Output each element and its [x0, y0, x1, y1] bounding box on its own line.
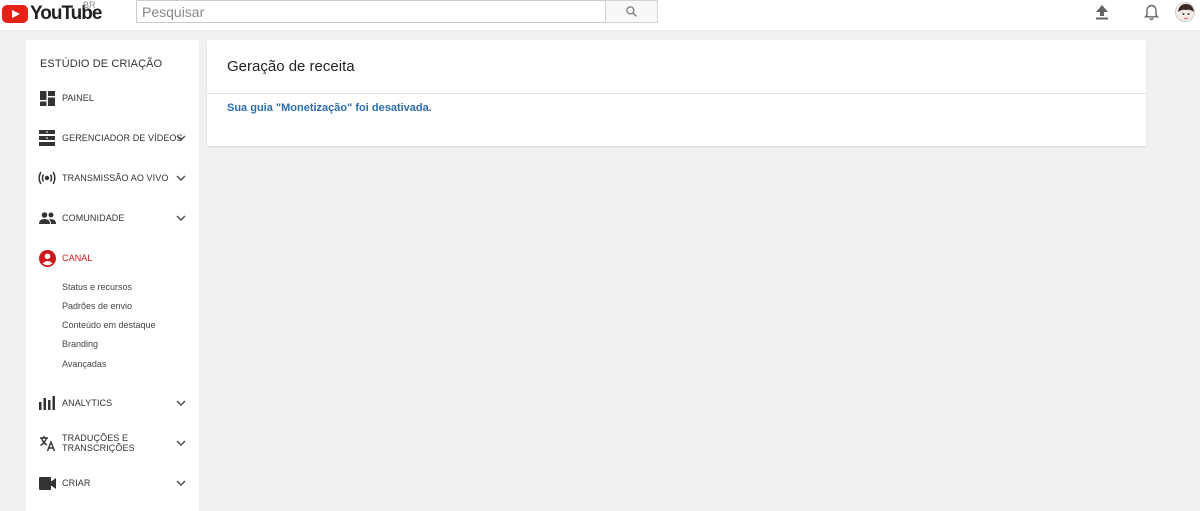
masthead: YouTube BR: [0, 0, 1200, 31]
avatar[interactable]: [1175, 2, 1195, 22]
upload-button[interactable]: [1093, 3, 1111, 21]
sidebar-item-video-manager[interactable]: GERENCIADOR DE VÍDEOS: [26, 124, 199, 152]
search-bar: [136, 0, 658, 23]
chevron-down-icon[interactable]: [175, 437, 187, 449]
bell-icon: [1143, 4, 1159, 20]
chevron-down-icon[interactable]: [175, 212, 187, 224]
subitem-status-features[interactable]: Status e recursos: [62, 282, 132, 292]
region-code: BR: [83, 0, 96, 10]
sidebar-item-dashboard[interactable]: PAINEL: [26, 84, 199, 112]
upload-icon: [1096, 5, 1108, 20]
channel-icon: [38, 249, 56, 267]
sidebar-item-label: TRANSMISSÃO AO VIVO: [62, 173, 169, 183]
sidebar-item-live-streaming[interactable]: TRANSMISSÃO AO VIVO: [26, 164, 199, 192]
video-manager-icon: [38, 129, 56, 147]
chevron-down-icon[interactable]: [175, 477, 187, 489]
subitem-advanced[interactable]: Avançadas: [62, 359, 106, 369]
community-icon: [38, 209, 56, 227]
monetization-card: Geração de receita Sua guia "Monetização…: [207, 40, 1146, 146]
sidebar-item-label: PAINEL: [62, 93, 94, 103]
sidebar-title: ESTÚDIO DE CRIAÇÃO: [40, 58, 163, 70]
chevron-down-icon[interactable]: [175, 172, 187, 184]
sidebar-item-channel[interactable]: CANAL: [26, 244, 199, 272]
youtube-play-icon: [2, 5, 28, 23]
sidebar-item-label: ANALYTICS: [62, 398, 113, 408]
card-divider: [207, 93, 1146, 94]
chevron-down-icon[interactable]: [175, 132, 187, 144]
chevron-down-icon[interactable]: [175, 397, 187, 409]
sidebar-item-analytics[interactable]: ANALYTICS: [26, 389, 199, 417]
sidebar-item-label: CRIAR: [62, 478, 91, 488]
sidebar-item-label: CANAL: [62, 253, 93, 263]
search-input[interactable]: [136, 0, 605, 23]
create-icon: [38, 474, 56, 492]
dashboard-icon: [38, 89, 56, 107]
subitem-branding[interactable]: Branding: [62, 339, 98, 349]
translate-icon: [38, 434, 56, 452]
page-title: Geração de receita: [227, 58, 355, 75]
search-icon: [626, 6, 637, 17]
sidebar-item-create[interactable]: CRIAR: [26, 469, 199, 497]
sidebar-item-label: TRADUÇÕES E TRANSCRIÇÕES: [62, 433, 135, 453]
sidebar-item-community[interactable]: COMUNIDADE: [26, 204, 199, 232]
subitem-upload-defaults[interactable]: Padrões de envio: [62, 301, 132, 311]
avatar-image: [1176, 3, 1194, 21]
sidebar-item-label: COMUNIDADE: [62, 213, 125, 223]
subitem-featured-content[interactable]: Conteúdo em destaque: [62, 320, 156, 330]
search-button[interactable]: [605, 0, 658, 23]
analytics-icon: [38, 394, 56, 412]
creator-studio-sidebar: ESTÚDIO DE CRIAÇÃO PAINEL GERENCIADOR DE…: [26, 40, 199, 511]
monetization-disabled-message: Sua guia "Monetização" foi desativada.: [227, 102, 432, 114]
notifications-button[interactable]: [1142, 3, 1160, 21]
live-icon: [38, 169, 56, 187]
sidebar-item-label: GERENCIADOR DE VÍDEOS: [62, 133, 183, 143]
sidebar-item-translations[interactable]: TRADUÇÕES E TRANSCRIÇÕES: [26, 429, 199, 457]
